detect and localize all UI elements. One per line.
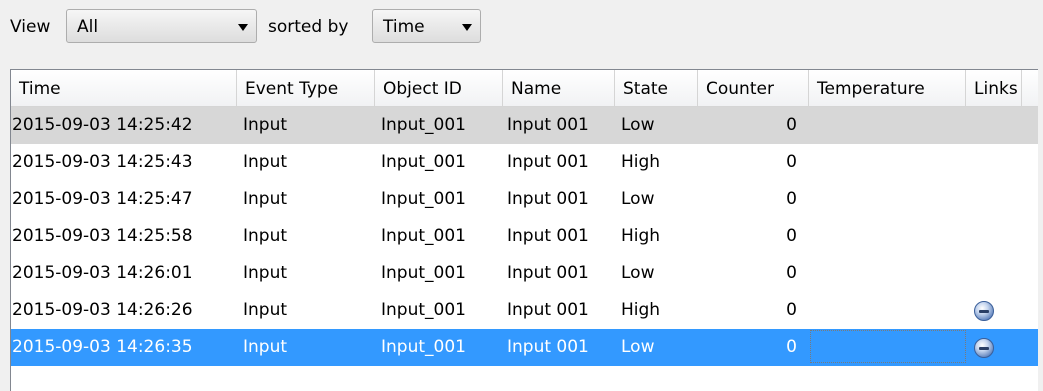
cell-counter: 0 bbox=[786, 226, 797, 246]
cell-state: Low bbox=[621, 263, 655, 283]
cell-counter: 0 bbox=[786, 337, 797, 357]
cell-object-id: Input_001 bbox=[381, 226, 466, 246]
cell-name: Input 001 bbox=[507, 226, 589, 246]
cell-object-id: Input_001 bbox=[381, 189, 466, 209]
cell-temperature bbox=[819, 181, 959, 218]
cell-temperature bbox=[819, 292, 959, 329]
cell-time: 2015-09-03 14:26:01 bbox=[12, 263, 193, 283]
cell-state: High bbox=[621, 152, 661, 172]
cell-object-id: Input_001 bbox=[381, 152, 466, 172]
table-row[interactable]: 2015-09-03 14:25:43 Input Input_001 Input 0… bbox=[11, 144, 1038, 181]
cell-event-type: Input bbox=[243, 263, 288, 283]
view-label: View bbox=[10, 17, 51, 37]
cell-event-type: Input bbox=[243, 152, 288, 172]
cell-event-type: Input bbox=[243, 226, 288, 246]
cell-event-type: Input bbox=[243, 115, 288, 135]
column-header-links[interactable]: Links bbox=[966, 70, 1022, 106]
cell-state: Low bbox=[621, 337, 655, 357]
temperature-cell-focus bbox=[810, 330, 966, 363]
cell-event-type: Input bbox=[243, 337, 288, 357]
column-header-state[interactable]: State bbox=[615, 70, 698, 106]
cell-name: Input 001 bbox=[507, 263, 589, 283]
cell-state: High bbox=[621, 226, 661, 246]
cell-time: 2015-09-03 14:25:47 bbox=[12, 189, 193, 209]
column-header-event-type[interactable]: Event Type bbox=[237, 70, 375, 106]
table-row[interactable]: 2015-09-03 14:26:35 Input Input_001 Input 0… bbox=[11, 329, 1038, 366]
cell-event-type: Input bbox=[243, 300, 288, 320]
view-filter-dropdown[interactable]: All bbox=[66, 9, 257, 43]
chevron-down-icon bbox=[238, 24, 248, 31]
view-filter-value: All bbox=[77, 17, 99, 37]
column-header-object-id[interactable]: Object ID bbox=[375, 70, 503, 106]
cell-counter: 0 bbox=[786, 300, 797, 320]
cell-object-id: Input_001 bbox=[381, 263, 466, 283]
cell-temperature bbox=[819, 144, 959, 181]
cell-counter: 0 bbox=[786, 152, 797, 172]
cell-object-id: Input_001 bbox=[381, 300, 466, 320]
toolbar: View All sorted by Time bbox=[0, 0, 1043, 62]
cell-time: 2015-09-03 14:26:26 bbox=[12, 300, 193, 320]
cell-event-type: Input bbox=[243, 189, 288, 209]
event-table: Time Event Type Object ID Name State Cou… bbox=[10, 69, 1038, 391]
cell-time: 2015-09-03 14:25:43 bbox=[12, 152, 193, 172]
table-row[interactable]: 2015-09-03 14:26:26 Input Input_001 Input 0… bbox=[11, 292, 1038, 329]
cell-name: Input 001 bbox=[507, 300, 589, 320]
link-bubble-icon[interactable] bbox=[974, 301, 994, 321]
cell-object-id: Input_001 bbox=[381, 337, 466, 357]
table-row[interactable]: 2015-09-03 14:25:47 Input Input_001 Input 0… bbox=[11, 181, 1038, 218]
cell-state: Low bbox=[621, 115, 655, 135]
cell-time: 2015-09-03 14:25:58 bbox=[12, 226, 193, 246]
cell-name: Input 001 bbox=[507, 152, 589, 172]
column-header-name[interactable]: Name bbox=[503, 70, 615, 106]
cell-name: Input 001 bbox=[507, 115, 589, 135]
sort-by-value: Time bbox=[383, 17, 425, 37]
cell-temperature bbox=[819, 107, 959, 144]
cell-counter: 0 bbox=[786, 263, 797, 283]
table-header: Time Event Type Object ID Name State Cou… bbox=[11, 70, 1038, 107]
table-row[interactable]: 2015-09-03 14:25:58 Input Input_001 Input 0… bbox=[11, 218, 1038, 255]
column-header-temperature[interactable]: Temperature bbox=[809, 70, 966, 106]
cell-time: 2015-09-03 14:26:35 bbox=[12, 337, 193, 357]
cell-name: Input 001 bbox=[507, 189, 589, 209]
column-header-counter[interactable]: Counter bbox=[698, 70, 809, 106]
cell-temperature bbox=[819, 255, 959, 292]
cell-time: 2015-09-03 14:25:42 bbox=[12, 115, 193, 135]
cell-temperature bbox=[819, 218, 959, 255]
cell-object-id: Input_001 bbox=[381, 115, 466, 135]
sort-by-dropdown[interactable]: Time bbox=[372, 9, 481, 43]
chevron-down-icon bbox=[462, 24, 472, 31]
table-row[interactable]: 2015-09-03 14:25:42 Input Input_001 Input 0… bbox=[11, 107, 1038, 144]
link-bubble-icon[interactable] bbox=[974, 338, 994, 358]
sorted-by-label: sorted by bbox=[268, 17, 349, 37]
cell-state: Low bbox=[621, 189, 655, 209]
cell-counter: 0 bbox=[786, 189, 797, 209]
cell-state: High bbox=[621, 300, 661, 320]
cell-counter: 0 bbox=[786, 115, 797, 135]
column-header-time[interactable]: Time bbox=[11, 70, 237, 106]
cell-name: Input 001 bbox=[507, 337, 589, 357]
table-row[interactable]: 2015-09-03 14:26:01 Input Input_001 Input 0… bbox=[11, 255, 1038, 292]
